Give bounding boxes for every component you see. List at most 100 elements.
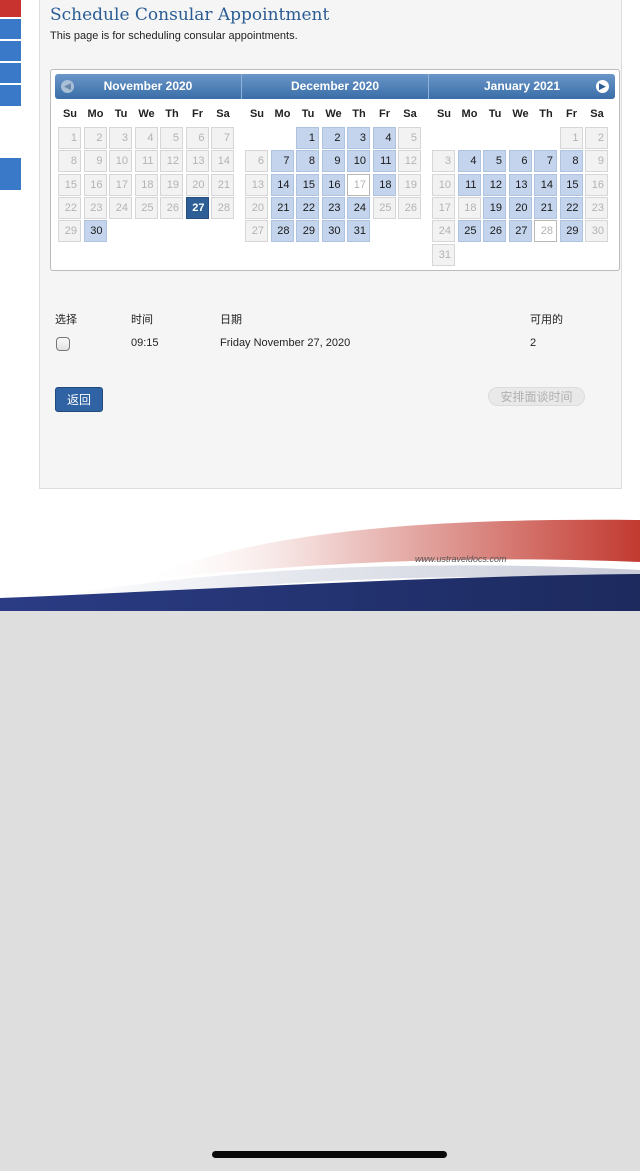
date-cell[interactable]: 27 [508,220,532,243]
date-cell[interactable]: 15 [559,173,583,196]
date-cell[interactable]: 5 [483,150,506,173]
date-cell: 22 [58,196,81,219]
chevron-left-icon[interactable]: ◀ [61,80,74,93]
date-cell[interactable]: 28 [270,220,294,243]
date-cell[interactable]: 7 [270,150,294,173]
date-cell: 28 [534,220,557,243]
month-title: December 2020 [242,74,429,99]
date-cell[interactable]: 4 [457,150,481,173]
weekday-label: Fr [566,108,577,120]
footer-banner: www.ustraveldocs.com [0,510,640,611]
date-cell: 25 [134,196,158,219]
date-cell: 18 [134,173,158,196]
sidebar-tab[interactable] [0,63,21,83]
date-cell: 21 [211,173,234,196]
date-cell: 2 [585,127,608,149]
date-cell[interactable]: 1 [296,127,319,149]
sidebar-tab[interactable] [0,41,21,61]
date-cell[interactable]: 9 [321,150,345,173]
date-cell: 12 [160,150,183,173]
date-cell[interactable]: 2 [321,127,345,149]
date-cell: 15 [58,173,81,196]
date-cell: 3 [432,150,455,173]
date-cell: 17 [347,173,370,196]
date-cell: 26 [398,196,421,219]
sidebar-tab-red[interactable] [0,0,21,17]
weekday-label: Su [62,108,78,120]
slot-available-count: 2 [530,337,537,349]
date-cell[interactable]: 14 [534,173,557,196]
date-cell[interactable]: 21 [534,196,557,219]
home-indicator[interactable] [212,1151,447,1158]
date-cell[interactable]: 29 [559,220,583,243]
date-cell[interactable]: 23 [321,196,345,219]
date-cell[interactable]: 14 [270,173,294,196]
date-cell: 1 [559,127,583,149]
date-cell: 28 [211,196,234,219]
chevron-right-icon[interactable]: ▶ [596,80,609,93]
date-cell[interactable]: 31 [347,220,370,243]
date-cell[interactable]: 30 [321,220,345,243]
schedule-interview-button[interactable]: 安排面谈时间 [488,387,585,406]
select-slot-radio[interactable] [56,337,70,351]
header-date: 日期 [220,314,242,326]
date-cell[interactable]: 16 [321,173,345,196]
header-available: 可用的 [530,314,563,326]
date-cell: 13 [245,173,268,196]
date-cell[interactable]: 26 [483,220,506,243]
date-cell[interactable]: 12 [483,173,506,196]
date-cell[interactable]: 8 [559,150,583,173]
date-cell[interactable]: 3 [347,127,370,149]
date-cell[interactable]: 6 [508,150,532,173]
date-cell[interactable]: 29 [296,220,319,243]
date-cell[interactable]: 18 [372,173,396,196]
weekday-label: Sa [216,108,230,120]
page-subtitle: This page is for scheduling consular app… [50,30,298,42]
date-cell[interactable]: 22 [296,196,319,219]
date-cell: 16 [83,173,107,196]
date-cell[interactable]: 10 [347,150,370,173]
date-cell[interactable]: 21 [270,196,294,219]
date-cell[interactable]: 13 [508,173,532,196]
date-cell: 9 [83,150,107,173]
date-cell[interactable]: 7 [534,150,557,173]
date-cell: 10 [432,173,455,196]
date-cell: 29 [58,220,81,243]
date-cell: 23 [83,196,107,219]
date-cell[interactable]: 24 [347,196,370,219]
date-cell[interactable]: 11 [457,173,481,196]
date-cell[interactable]: 30 [83,220,107,243]
date-cell[interactable]: 22 [559,196,583,219]
date-cell: 10 [109,150,132,173]
weekday-label: Mo [461,108,478,120]
date-cell: 19 [398,173,421,196]
weekday-label: Th [539,108,553,120]
date-cell[interactable]: 19 [483,196,506,219]
weekday-label: We [512,108,529,120]
footer-url: www.ustraveldocs.com [415,554,507,564]
weekday-label: Th [165,108,179,120]
date-cell[interactable]: 15 [296,173,319,196]
date-cell[interactable]: 4 [372,127,396,149]
date-cell: 9 [585,150,608,173]
date-cell: 14 [211,150,234,173]
date-cell[interactable]: 11 [372,150,396,173]
calendar-header: November 2020 December 2020 January 2021… [55,74,615,99]
date-cell: 1 [58,127,81,149]
back-button[interactable]: 返回 [55,387,103,412]
sidebar-tab[interactable] [0,85,21,106]
selected-date-cell[interactable]: 27 [185,196,209,219]
page-background: Schedule Consular Appointment This page … [0,0,640,510]
date-cell: 30 [585,220,608,243]
weekday-label: Sa [590,108,604,120]
date-cell: 5 [160,127,183,149]
date-cell: 16 [585,173,608,196]
sidebar-tab[interactable] [0,158,21,190]
date-cell: 26 [160,196,183,219]
date-cell[interactable]: 8 [296,150,319,173]
month-title: November 2020 [55,74,242,99]
date-cell[interactable]: 20 [508,196,532,219]
sidebar-tab[interactable] [0,19,21,39]
weekday-label: Su [436,108,452,120]
date-cell[interactable]: 25 [457,220,481,243]
